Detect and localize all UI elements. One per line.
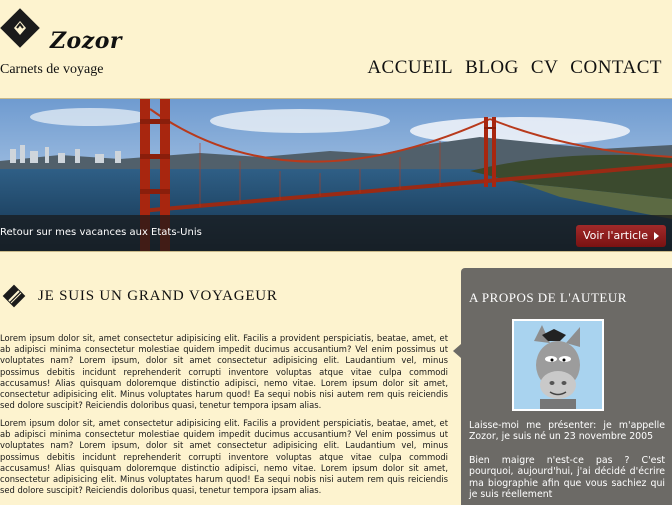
sidebar-title: A PROPOS DE L'AUTEUR <box>469 290 627 305</box>
author-intro-text: Laisse-moi me présenter: je m'appelle Zo… <box>469 420 665 443</box>
nav-item-contact[interactable]: CONTACT <box>570 57 662 79</box>
article-paragraph: Lorem ipsum dolor sit, amet consectetur … <box>0 333 448 411</box>
section-title: JE SUIS UN GRAND VOYAGEUR <box>38 288 278 304</box>
pen-icon <box>0 282 28 310</box>
nav-item-blog[interactable]: BLOG <box>465 57 519 79</box>
hero-banner: Retour sur mes vacances aux Etats-Unis V… <box>0 98 672 252</box>
author-bio-text: Bien maigre n'est-ce pas ? C'est pourquo… <box>469 455 665 501</box>
read-article-button[interactable]: Voir l'article <box>575 225 666 247</box>
nav-item-accueil[interactable]: ACCUEIL <box>367 57 453 79</box>
site-tagline: Carnets de voyage <box>0 62 104 77</box>
logo-icon[interactable] <box>0 8 42 50</box>
brand-name[interactable]: Zozor <box>50 28 122 54</box>
banner-caption: Retour sur mes vacances aux Etats-Unis <box>0 227 202 238</box>
main-navigation: ACCUEIL BLOG CV CONTACT <box>367 57 662 79</box>
article-paragraph: Lorem ipsum dolor sit, amet consectetur … <box>0 418 448 496</box>
sidebar-pointer <box>453 344 461 358</box>
about-author-sidebar: A PROPOS DE L'AUTEUR Laisse-moi me prése… <box>461 268 672 505</box>
author-avatar <box>512 319 604 411</box>
nav-item-cv[interactable]: CV <box>531 57 558 79</box>
